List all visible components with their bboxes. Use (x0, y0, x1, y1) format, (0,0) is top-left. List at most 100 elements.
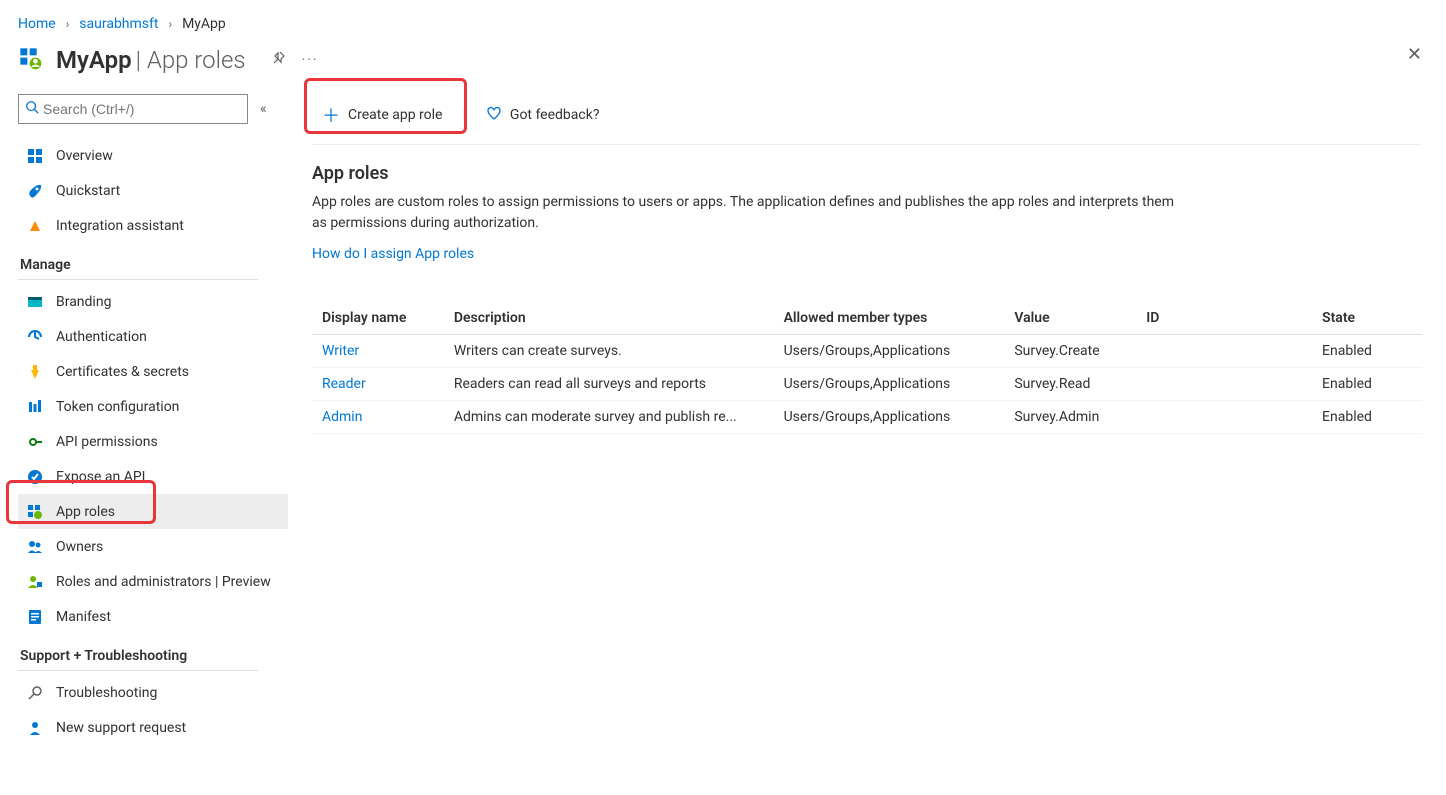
authentication-icon (26, 328, 44, 346)
token-icon (26, 398, 44, 416)
close-icon[interactable]: ✕ (1407, 44, 1422, 65)
app-roles-icon (18, 46, 46, 74)
pin-icon[interactable] (270, 50, 286, 70)
feedback-button[interactable]: Got feedback? (476, 99, 610, 131)
sidebar-item-label: Roles and administrators | Preview (56, 574, 271, 590)
cell-id (1136, 401, 1312, 434)
app-roles-table: Display name Description Allowed member … (312, 302, 1422, 434)
search-input-wrapper[interactable] (18, 94, 248, 124)
col-allowed-types[interactable]: Allowed member types (774, 302, 1005, 335)
col-state[interactable]: State (1312, 302, 1422, 335)
chevron-right-icon: › (168, 17, 172, 31)
sidebar-item-label: API permissions (56, 434, 158, 450)
cell-description: Writers can create surveys. (444, 335, 774, 368)
table-header-row: Display name Description Allowed member … (312, 302, 1422, 335)
cell-allowed-types: Users/Groups,Applications (774, 368, 1005, 401)
manifest-icon (26, 608, 44, 626)
cell-value: Survey.Create (1004, 335, 1136, 368)
create-label: Create app role (348, 107, 442, 123)
col-value[interactable]: Value (1004, 302, 1136, 335)
nav-section-support: Support + Troubleshooting (20, 648, 288, 664)
col-id[interactable]: ID (1136, 302, 1312, 335)
sidebar-item-label: App roles (56, 504, 115, 520)
breadcrumb-user[interactable]: saurabhmsft (79, 16, 158, 32)
create-app-role-button[interactable]: ＋ Create app role (312, 96, 452, 134)
table-row[interactable]: WriterWriters can create surveys.Users/G… (312, 335, 1422, 368)
page-title: MyApp (56, 46, 132, 74)
sidebar-item-token-configuration[interactable]: Token configuration (18, 389, 288, 424)
page-header: MyApp | App roles ··· ✕ (0, 40, 1446, 84)
feedback-label: Got feedback? (510, 107, 600, 123)
sidebar-item-label: Integration assistant (56, 218, 184, 234)
cell-allowed-types: Users/Groups,Applications (774, 401, 1005, 434)
sidebar-item-label: New support request (56, 720, 186, 736)
sidebar-item-new-support-request[interactable]: New support request (18, 710, 288, 745)
owners-icon (26, 538, 44, 556)
table-row[interactable]: AdminAdmins can moderate survey and publ… (312, 401, 1422, 434)
integration-icon (26, 217, 44, 235)
cell-description: Readers can read all surveys and reports (444, 368, 774, 401)
heart-icon (486, 105, 502, 125)
sidebar-item-owners[interactable]: Owners (18, 529, 288, 564)
sidebar-item-label: Certificates & secrets (56, 364, 189, 380)
page-subtitle: | App roles (136, 46, 246, 74)
content-heading: App roles (312, 163, 1422, 184)
sidebar-item-api-permissions[interactable]: API permissions (18, 424, 288, 459)
sidebar-item-label: Expose an API (56, 469, 145, 485)
sidebar-item-label: Branding (56, 294, 111, 310)
cell-state: Enabled (1312, 335, 1422, 368)
content-description: App roles are custom roles to assign per… (312, 192, 1192, 234)
expose-api-icon (26, 468, 44, 486)
certificates-icon (26, 363, 44, 381)
toolbar: ＋ Create app role | Got feedback? (312, 84, 1422, 145)
sidebar-item-overview[interactable]: Overview (18, 138, 288, 173)
cell-value: Survey.Read (1004, 368, 1136, 401)
sidebar-item-branding[interactable]: Branding (18, 284, 288, 319)
cell-state: Enabled (1312, 401, 1422, 434)
cell-display-name[interactable]: Writer (312, 335, 444, 368)
cell-description: Admins can moderate survey and publish r… (444, 401, 774, 434)
cell-value: Survey.Admin (1004, 401, 1136, 434)
cell-display-name[interactable]: Reader (312, 368, 444, 401)
more-icon[interactable]: ··· (302, 52, 319, 68)
overview-icon (26, 147, 44, 165)
sidebar-item-label: Manifest (56, 609, 111, 625)
search-input[interactable] (39, 99, 241, 119)
sidebar-item-roles-and-administrators-preview[interactable]: Roles and administrators | Preview (18, 564, 288, 599)
cell-allowed-types: Users/Groups,Applications (774, 335, 1005, 368)
sidebar: « Overview Quickstart Integration assistan… (0, 84, 288, 765)
collapse-sidebar-icon[interactable]: « (260, 101, 267, 117)
sidebar-item-label: Quickstart (56, 183, 120, 199)
sidebar-item-label: Token configuration (56, 399, 179, 415)
sidebar-item-label: Authentication (56, 329, 147, 345)
col-description[interactable]: Description (444, 302, 774, 335)
sidebar-item-expose-an-api[interactable]: Expose an API (18, 459, 288, 494)
toolbar-separator: | (462, 107, 465, 123)
sidebar-item-quickstart[interactable]: Quickstart (18, 173, 288, 208)
cell-id (1136, 368, 1312, 401)
branding-icon (26, 293, 44, 311)
sidebar-item-integration-assistant[interactable]: Integration assistant (18, 208, 288, 243)
sidebar-item-label: Overview (56, 148, 113, 164)
api-perm-icon (26, 433, 44, 451)
col-display-name[interactable]: Display name (312, 302, 444, 335)
sidebar-item-manifest[interactable]: Manifest (18, 599, 288, 634)
quickstart-icon (26, 182, 44, 200)
sidebar-item-app-roles[interactable]: App roles (18, 494, 288, 529)
troubleshoot-icon (26, 684, 44, 702)
learn-more-link[interactable]: How do I assign App roles (312, 246, 474, 262)
nav-section-manage: Manage (20, 257, 288, 273)
app-roles-icon (26, 503, 44, 521)
divider (18, 670, 258, 671)
roles-admins-icon (26, 573, 44, 591)
table-row[interactable]: ReaderReaders can read all surveys and r… (312, 368, 1422, 401)
sidebar-item-authentication[interactable]: Authentication (18, 319, 288, 354)
sidebar-item-certificates-secrets[interactable]: Certificates & secrets (18, 354, 288, 389)
breadcrumb-current: MyApp (182, 16, 226, 32)
main-content: ＋ Create app role | Got feedback? App ro… (288, 84, 1446, 765)
breadcrumb-home[interactable]: Home (18, 16, 56, 32)
divider (18, 279, 258, 280)
sidebar-item-label: Troubleshooting (56, 685, 157, 701)
sidebar-item-troubleshooting[interactable]: Troubleshooting (18, 675, 288, 710)
cell-display-name[interactable]: Admin (312, 401, 444, 434)
